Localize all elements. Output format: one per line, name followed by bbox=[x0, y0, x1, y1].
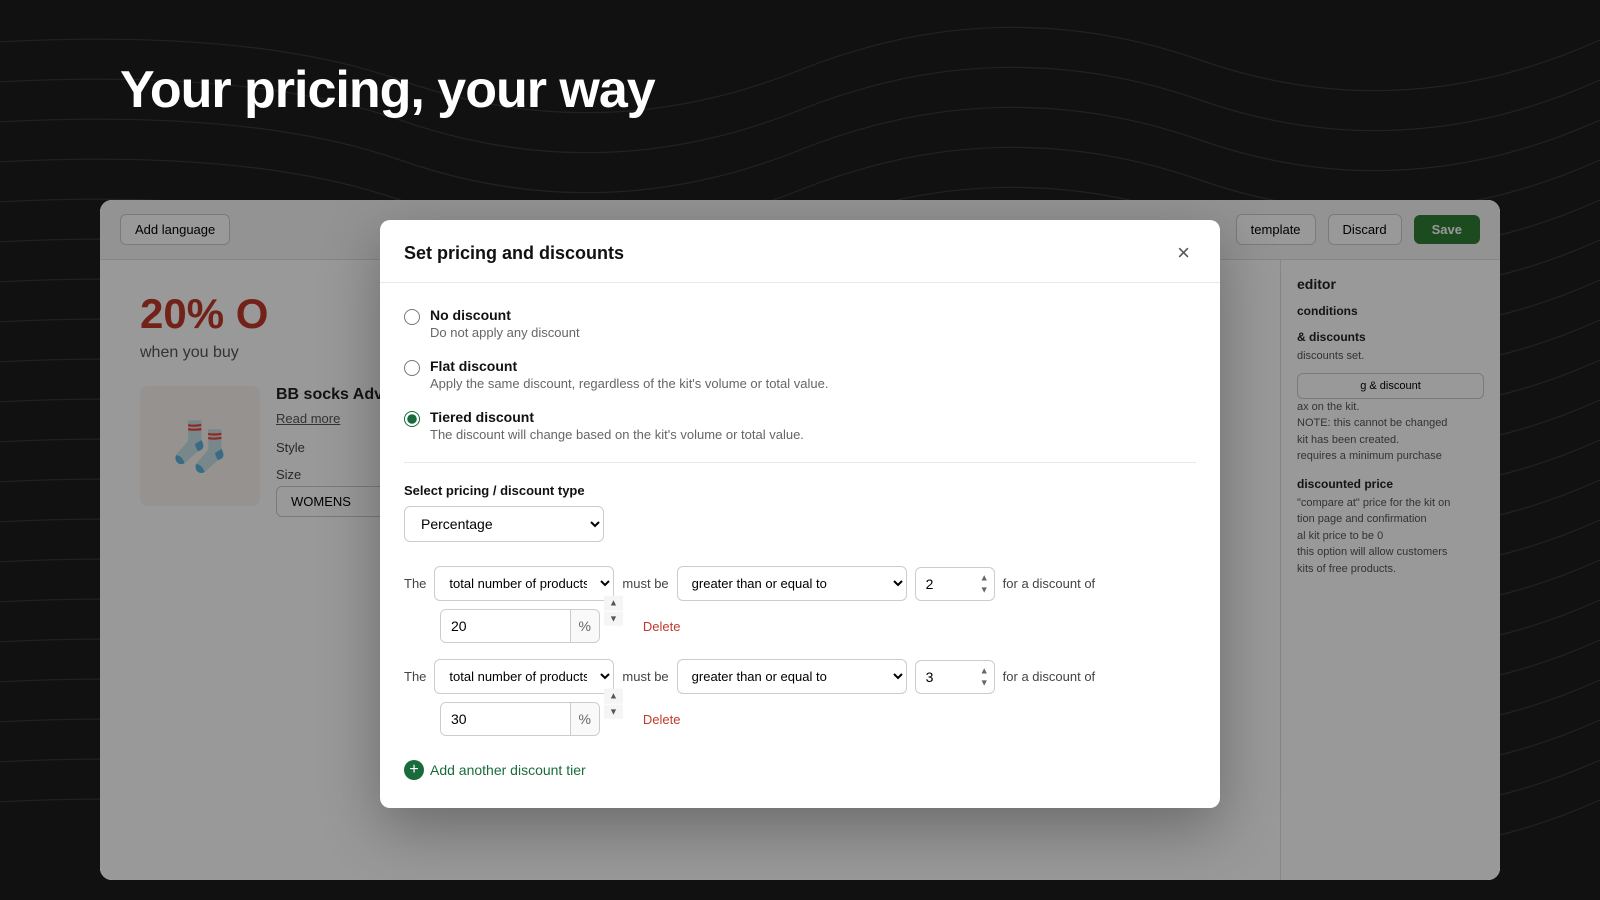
app-window: Add language template Discard Save 20% O… bbox=[100, 200, 1500, 880]
add-tier-label: Add another discount tier bbox=[430, 762, 586, 778]
tier-2-the-label: The bbox=[404, 669, 426, 684]
radio-tiered-discount[interactable]: Tiered discount The discount will change… bbox=[404, 409, 1196, 442]
divider bbox=[404, 462, 1196, 463]
tier-1-discount-spinners: ▲ ▼ bbox=[604, 595, 623, 626]
modal-header: Set pricing and discounts × bbox=[380, 220, 1220, 283]
no-discount-desc: Do not apply any discount bbox=[430, 325, 580, 340]
tiered-discount-desc: The discount will change based on the ki… bbox=[430, 427, 804, 442]
tier-2-discount-input-wrap: % bbox=[440, 702, 600, 736]
tier-1-discount-down[interactable]: ▼ bbox=[604, 611, 623, 626]
tier-1-discount-label: for a discount of bbox=[1003, 576, 1096, 591]
tier-1-qty-up[interactable]: ▲ bbox=[978, 572, 991, 583]
radio-flat-discount-input[interactable] bbox=[404, 360, 420, 376]
radio-flat-discount[interactable]: Flat discount Apply the same discount, r… bbox=[404, 358, 1196, 391]
tier-1-quantity-wrap: ▲ ▼ bbox=[915, 567, 995, 601]
tier-2-quantity-wrap: ▲ ▼ bbox=[915, 660, 995, 694]
pricing-type-select[interactable]: Percentage Fixed amount bbox=[404, 506, 604, 542]
tier-1-the-label: The bbox=[404, 576, 426, 591]
tier-2-discount-spinners: ▲ ▼ bbox=[604, 688, 623, 719]
tier-2-pct-label: % bbox=[570, 703, 599, 735]
modal-dialog: Set pricing and discounts × No discount … bbox=[380, 220, 1220, 808]
tier-2-controls: The total number of products must be gre… bbox=[404, 659, 1196, 694]
tier-1-discount-input[interactable] bbox=[441, 610, 570, 642]
modal-body: No discount Do not apply any discount Fl… bbox=[380, 283, 1220, 808]
add-tier-button[interactable]: + Add another discount tier bbox=[404, 756, 586, 784]
tier-1-discount-row: % ▲ ▼ Delete bbox=[440, 609, 1196, 643]
tier-2-product-select[interactable]: total number of products bbox=[434, 659, 614, 694]
hero-title: Your pricing, your way bbox=[120, 60, 655, 120]
no-discount-label: No discount bbox=[430, 307, 580, 323]
tiered-discount-label: Tiered discount bbox=[430, 409, 804, 425]
tier-2-delete-button[interactable]: Delete bbox=[643, 712, 681, 727]
tier-2-discount-row: % ▲ ▼ Delete bbox=[440, 702, 1196, 736]
tier-1-delete-button[interactable]: Delete bbox=[643, 619, 681, 634]
flat-discount-desc: Apply the same discount, regardless of t… bbox=[430, 376, 828, 391]
tier-1-discount-up[interactable]: ▲ bbox=[604, 595, 623, 610]
tier-2-discount-label: for a discount of bbox=[1003, 669, 1096, 684]
tier-1-product-select[interactable]: total number of products bbox=[434, 566, 614, 601]
tier-2-condition-select[interactable]: greater than or equal to bbox=[677, 659, 907, 694]
tier-2-discount-up[interactable]: ▲ bbox=[604, 688, 623, 703]
tier-2-quantity-spinners: ▲ ▼ bbox=[978, 665, 991, 688]
tier-1-condition-select[interactable]: greater than or equal to bbox=[677, 566, 907, 601]
tier-1-discount-input-wrap: % bbox=[440, 609, 600, 643]
modal-overlay: Set pricing and discounts × No discount … bbox=[100, 200, 1500, 880]
modal-title: Set pricing and discounts bbox=[404, 243, 624, 264]
tier-2-qty-up[interactable]: ▲ bbox=[978, 665, 991, 676]
radio-no-discount-input[interactable] bbox=[404, 309, 420, 325]
pricing-type-label: Select pricing / discount type bbox=[404, 483, 1196, 498]
tier-2-must-be-label: must be bbox=[622, 669, 668, 684]
tier-row-2: The total number of products must be gre… bbox=[404, 659, 1196, 736]
tier-section: The total number of products must be gre… bbox=[404, 566, 1196, 736]
tier-1-must-be-label: must be bbox=[622, 576, 668, 591]
modal-close-button[interactable]: × bbox=[1171, 240, 1196, 266]
tier-2-discount-input[interactable] bbox=[441, 703, 570, 735]
tier-2-discount-down[interactable]: ▼ bbox=[604, 704, 623, 719]
radio-tiered-discount-input[interactable] bbox=[404, 411, 420, 427]
radio-no-discount[interactable]: No discount Do not apply any discount bbox=[404, 307, 1196, 340]
tier-row-1: The total number of products must be gre… bbox=[404, 566, 1196, 643]
tier-1-qty-down[interactable]: ▼ bbox=[978, 584, 991, 595]
tier-2-qty-down[interactable]: ▼ bbox=[978, 677, 991, 688]
tier-1-controls: The total number of products must be gre… bbox=[404, 566, 1196, 601]
tier-1-pct-label: % bbox=[570, 610, 599, 642]
add-tier-icon: + bbox=[404, 760, 424, 780]
tier-1-quantity-spinners: ▲ ▼ bbox=[978, 572, 991, 595]
flat-discount-label: Flat discount bbox=[430, 358, 828, 374]
